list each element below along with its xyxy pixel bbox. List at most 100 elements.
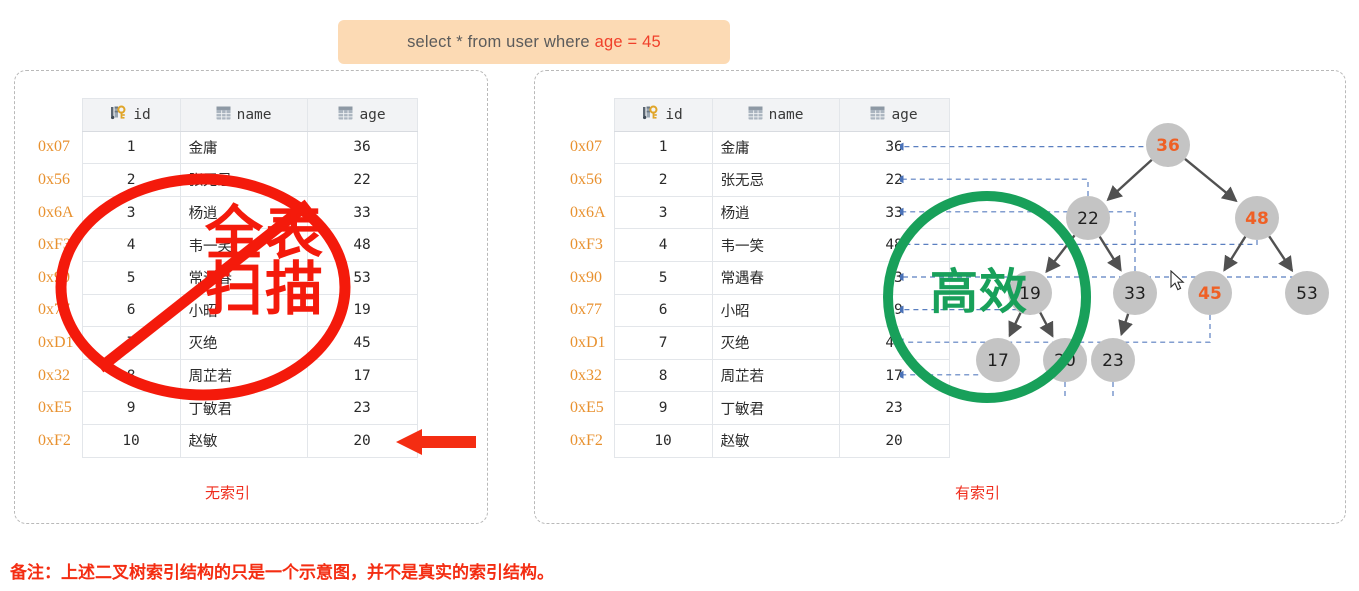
table-row[interactable]: 0x6A 3 杨逍 33 bbox=[562, 195, 950, 230]
no-index-label: 无索引 bbox=[205, 485, 251, 502]
cell-name: 丁敏君 bbox=[711, 391, 840, 425]
table-row[interactable]: 0xF2 10 赵敏 20 bbox=[562, 423, 950, 458]
table-row[interactable]: 0x90 5 常遇春 53 bbox=[30, 260, 418, 295]
node-label: 48 bbox=[1245, 209, 1269, 229]
row-address: 0x07 bbox=[570, 138, 602, 156]
tree-edge bbox=[1045, 234, 1076, 274]
tree-node-45[interactable]: 45 bbox=[1188, 271, 1232, 315]
tree-nodes: 36 22 48 19 33 45 53 17 20 23 bbox=[976, 123, 1329, 382]
cell-name: 常遇春 bbox=[711, 260, 840, 295]
cell-name: 韦一笑 bbox=[179, 228, 308, 262]
tree-node-53[interactable]: 53 bbox=[1285, 271, 1329, 315]
table-row[interactable]: 0xF3 4 韦一笑 48 bbox=[562, 228, 950, 262]
node-label: 45 bbox=[1198, 284, 1222, 304]
cell-id: 9 bbox=[613, 391, 713, 425]
cell-age: 33 bbox=[306, 195, 418, 230]
cell-name: 赵敏 bbox=[711, 423, 840, 458]
table-row[interactable]: 0xE5 9 丁敏君 23 bbox=[562, 391, 950, 425]
row-address: 0xF2 bbox=[38, 431, 71, 449]
column-icon bbox=[216, 106, 231, 124]
tree-node-20[interactable]: 20 bbox=[1043, 338, 1087, 382]
cell-age: 48 bbox=[306, 228, 418, 262]
tree-edge bbox=[1118, 313, 1133, 337]
cell-id: 2 bbox=[81, 163, 181, 197]
footnote-text: 备注：上述二叉树索引结构的只是一个示意图，并不是真实的索引结构。 bbox=[10, 563, 554, 582]
cell-id: 1 bbox=[81, 130, 181, 165]
row-address: 0x07 bbox=[38, 138, 70, 156]
table-row[interactable]: 0xD1 7 灭绝 45 bbox=[562, 326, 950, 360]
table-row[interactable]: 0x56 2 张无忌 22 bbox=[562, 163, 950, 197]
row-address: 0xD1 bbox=[570, 333, 606, 351]
table-row[interactable]: 0xE5 9 丁敏君 23 bbox=[30, 391, 418, 425]
tree-node-17[interactable]: 17 bbox=[976, 338, 1020, 382]
tree-node-22[interactable]: 22 bbox=[1066, 196, 1110, 240]
cell-id: 5 bbox=[81, 260, 181, 295]
cell-id: 4 bbox=[81, 228, 181, 262]
name-header[interactable]: name bbox=[179, 98, 308, 132]
cell-age: 45 bbox=[306, 326, 418, 360]
table-row[interactable]: 0x6A 3 杨逍 33 bbox=[30, 195, 418, 230]
table-row[interactable]: 0x56 2 张无忌 22 bbox=[30, 163, 418, 197]
column-icon bbox=[338, 106, 353, 124]
tree-node-19[interactable]: 19 bbox=[1008, 271, 1052, 315]
node-label: 17 bbox=[987, 351, 1009, 371]
table-row[interactable]: 0x32 8 周芷若 17 bbox=[562, 358, 950, 393]
row-address: 0x90 bbox=[570, 268, 602, 286]
id-header-label: id bbox=[665, 106, 683, 123]
tree-node-33[interactable]: 33 bbox=[1113, 271, 1157, 315]
data-table: id name age 0x07 1 金庸 36 0x56 2 张无忌 22 0… bbox=[30, 98, 418, 458]
cell-id: 3 bbox=[81, 195, 181, 230]
table-row[interactable]: 0xD1 7 灭绝 45 bbox=[30, 326, 418, 360]
user-table-no-index: id name age 0x07 1 金庸 36 0x56 2 张无忌 22 0… bbox=[30, 98, 418, 458]
id-header-label: id bbox=[133, 106, 151, 123]
table-row[interactable]: 0xF2 10 赵敏 20 bbox=[30, 423, 418, 458]
id-header[interactable]: id bbox=[81, 98, 181, 132]
node-label: 23 bbox=[1102, 351, 1124, 371]
cell-age: 36 bbox=[306, 130, 418, 165]
table-row[interactable]: 0x32 8 周芷若 17 bbox=[30, 358, 418, 393]
column-icon bbox=[870, 106, 885, 124]
cell-name: 灭绝 bbox=[179, 326, 308, 360]
table-row[interactable]: 0x07 1 金庸 36 bbox=[562, 130, 950, 165]
primary-key-icon bbox=[643, 105, 659, 124]
table-row[interactable]: 0xF3 4 韦一笑 48 bbox=[30, 228, 418, 262]
table-header: id name age bbox=[562, 98, 950, 132]
table-header: id name age bbox=[30, 98, 418, 132]
red-left-arrow-icon bbox=[396, 427, 476, 462]
address-header bbox=[30, 99, 82, 132]
row-pointer-line bbox=[900, 305, 1031, 315]
cell-name: 周芷若 bbox=[179, 358, 308, 393]
cell-age: 22 bbox=[306, 163, 418, 197]
id-header[interactable]: id bbox=[613, 98, 713, 132]
cell-name: 张无忌 bbox=[711, 163, 840, 197]
table-row[interactable]: 0x90 5 常遇春 53 bbox=[562, 260, 950, 295]
age-header-label: age bbox=[359, 106, 386, 123]
tree-edge bbox=[1098, 236, 1122, 272]
row-pointer-line bbox=[900, 240, 1258, 249]
node-label: 36 bbox=[1156, 136, 1180, 156]
node-label: 19 bbox=[1019, 284, 1041, 304]
node-label: 53 bbox=[1296, 284, 1318, 304]
tree-node-23[interactable]: 23 bbox=[1091, 338, 1135, 382]
tree-node-48[interactable]: 48 bbox=[1235, 196, 1279, 240]
tree-edge bbox=[1106, 158, 1153, 202]
row-address: 0xF3 bbox=[38, 236, 71, 254]
cell-id: 10 bbox=[613, 423, 713, 458]
sql-prefix-text: select * from user where bbox=[407, 32, 595, 51]
age-header[interactable]: age bbox=[306, 98, 418, 132]
cell-id: 2 bbox=[613, 163, 713, 197]
row-address: 0xE5 bbox=[38, 399, 72, 417]
cell-name: 韦一笑 bbox=[711, 228, 840, 262]
table-row[interactable]: 0x07 1 金庸 36 bbox=[30, 130, 418, 165]
table-row[interactable]: 0x77 6 小昭 19 bbox=[30, 293, 418, 328]
table-row[interactable]: 0x77 6 小昭 19 bbox=[562, 293, 950, 328]
cell-id: 3 bbox=[613, 195, 713, 230]
cell-name: 丁敏君 bbox=[179, 391, 308, 425]
user-table-with-index: id name age 0x07 1 金庸 36 0x56 2 张无忌 22 0… bbox=[562, 98, 950, 458]
row-address: 0x90 bbox=[38, 268, 70, 286]
cell-age: 19 bbox=[306, 293, 418, 328]
name-header[interactable]: name bbox=[711, 98, 840, 132]
row-pointer-line bbox=[1064, 382, 1066, 400]
cell-name: 灭绝 bbox=[711, 326, 840, 360]
tree-node-36[interactable]: 36 bbox=[1146, 123, 1190, 167]
